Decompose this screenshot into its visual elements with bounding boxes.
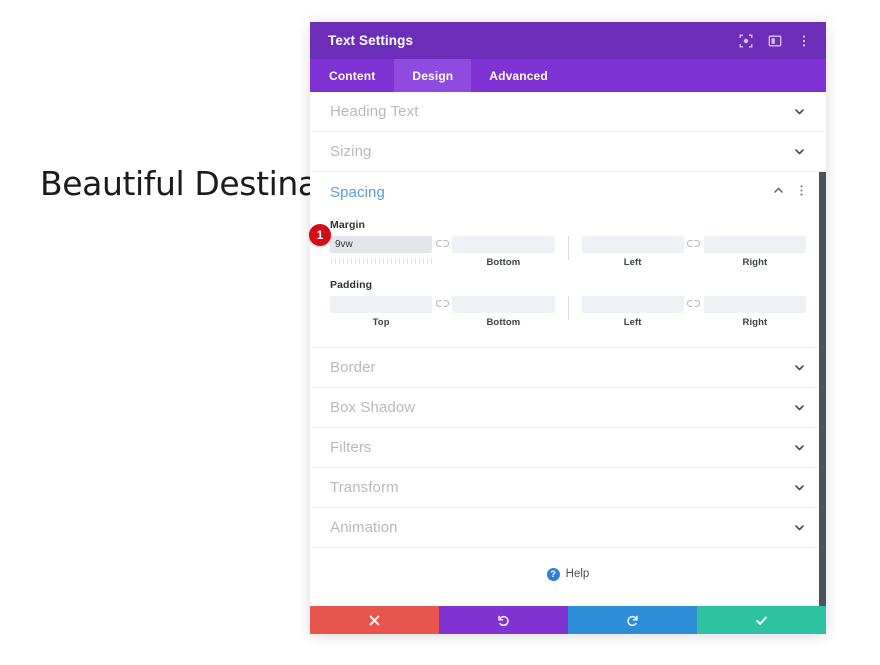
- margin-divider: [567, 236, 569, 260]
- fullscreen-icon[interactable]: [738, 33, 754, 49]
- padding-bottom-input[interactable]: [452, 296, 555, 313]
- section-transform[interactable]: Transform: [310, 468, 826, 508]
- undo-button[interactable]: [439, 606, 568, 634]
- tab-design[interactable]: Design: [394, 59, 472, 92]
- section-box-shadow-label: Box Shadow: [330, 399, 416, 416]
- chevron-down-icon: [793, 481, 806, 494]
- padding-right-caption: Right: [742, 317, 768, 328]
- padding-inputs-row: Top Bottom Left Right: [330, 296, 806, 329]
- modal-tabs: Content Design Advanced: [310, 59, 826, 92]
- redo-icon: [626, 614, 639, 627]
- check-icon: [755, 614, 768, 627]
- padding-left-caption: Left: [623, 317, 642, 328]
- help-label: Help: [565, 568, 590, 580]
- section-animation-label: Animation: [330, 519, 398, 536]
- save-button[interactable]: [697, 606, 826, 634]
- link-padding-vertical-icon[interactable]: [432, 296, 452, 308]
- modal-title: Text Settings: [328, 33, 414, 48]
- margin-left-caption: Left: [623, 257, 642, 268]
- chevron-down-icon: [793, 105, 806, 118]
- section-spacing-actions: [772, 184, 808, 202]
- margin-left-input[interactable]: [581, 236, 684, 253]
- padding-right-input[interactable]: [703, 296, 806, 313]
- modal-body: Heading Text Sizing Spacing Margin 9vw B…: [310, 92, 826, 606]
- chevron-down-icon: [793, 441, 806, 454]
- margin-horizontal-pair: Left Right: [581, 236, 806, 269]
- tab-advanced[interactable]: Advanced: [471, 59, 566, 92]
- section-heading-text-label: Heading Text: [330, 103, 419, 120]
- padding-right-cell: Right: [703, 296, 806, 329]
- modal-scrollbar-track[interactable]: [819, 92, 826, 606]
- padding-left-cell: Left: [581, 296, 684, 329]
- section-heading-text[interactable]: Heading Text: [310, 92, 826, 132]
- padding-divider: [567, 296, 569, 320]
- callout-badge-1: 1: [309, 224, 331, 246]
- section-sizing-label: Sizing: [330, 143, 372, 160]
- margin-field-group: Margin 9vw Bottom Left Right: [310, 219, 826, 269]
- cancel-button[interactable]: [310, 606, 439, 634]
- close-icon: [369, 615, 380, 626]
- margin-left-cell: Left: [581, 236, 684, 269]
- more-vertical-icon[interactable]: [795, 184, 808, 202]
- chevron-down-icon: [793, 145, 806, 158]
- margin-bottom-cell: Bottom: [452, 236, 555, 269]
- padding-horizontal-pair: Left Right: [581, 296, 806, 329]
- modal-header: Text Settings: [310, 22, 826, 59]
- padding-top-cell: Top: [330, 296, 433, 329]
- section-spacing-header[interactable]: Spacing: [310, 172, 826, 213]
- section-border[interactable]: Border: [310, 348, 826, 388]
- padding-vertical-pair: Top Bottom: [330, 296, 555, 329]
- margin-top-input[interactable]: [330, 236, 433, 253]
- padding-left-input[interactable]: [581, 296, 684, 313]
- redo-button[interactable]: [568, 606, 697, 634]
- margin-right-input[interactable]: [703, 236, 806, 253]
- link-margin-horizontal-icon[interactable]: [684, 236, 704, 248]
- margin-right-caption: Right: [742, 257, 768, 268]
- modal-header-actions: [738, 33, 812, 49]
- tab-content[interactable]: Content: [310, 59, 394, 92]
- link-margin-vertical-icon[interactable]: [432, 236, 452, 248]
- chevron-down-icon: [793, 521, 806, 534]
- modal-scroll-content: Heading Text Sizing Spacing Margin 9vw B…: [310, 92, 826, 606]
- section-filters[interactable]: Filters: [310, 428, 826, 468]
- section-transform-label: Transform: [330, 479, 399, 496]
- question-circle-icon: ?: [546, 567, 560, 581]
- chevron-up-icon[interactable]: [772, 184, 785, 202]
- padding-bottom-caption: Bottom: [486, 317, 521, 328]
- margin-top-slider[interactable]: [331, 256, 435, 264]
- margin-bottom-caption: Bottom: [486, 257, 521, 268]
- margin-inputs-row: Bottom Left: [330, 236, 806, 269]
- modal-footer: [310, 606, 826, 634]
- margin-right-cell: Right: [703, 236, 806, 269]
- section-spacing: Spacing Margin 9vw Bottom Left Right Pad…: [310, 172, 826, 348]
- padding-bottom-cell: Bottom: [452, 296, 555, 329]
- chevron-down-icon: [793, 401, 806, 414]
- margin-top-cell: [330, 236, 435, 269]
- section-box-shadow[interactable]: Box Shadow: [310, 388, 826, 428]
- more-vertical-icon[interactable]: [796, 33, 812, 49]
- section-animation[interactable]: Animation: [310, 508, 826, 548]
- undo-icon: [497, 614, 510, 627]
- padding-field-group: Padding Top Bottom Left Right: [310, 279, 826, 329]
- layout-panel-icon[interactable]: [767, 33, 783, 49]
- chevron-down-icon: [793, 361, 806, 374]
- help-button[interactable]: ? Help: [310, 548, 826, 600]
- modal-scrollbar-thumb[interactable]: [819, 172, 826, 606]
- margin-bottom-input[interactable]: [452, 236, 555, 253]
- padding-top-caption: Top: [372, 317, 390, 328]
- padding-top-input[interactable]: [330, 296, 433, 313]
- section-border-label: Border: [330, 359, 376, 376]
- link-padding-horizontal-icon[interactable]: [684, 296, 704, 308]
- section-sizing[interactable]: Sizing: [310, 132, 826, 172]
- section-filters-label: Filters: [330, 439, 372, 456]
- section-spacing-label: Spacing: [330, 184, 385, 201]
- margin-vertical-pair: Bottom: [330, 236, 555, 269]
- text-settings-modal: Text Settings Content Design Advanced He…: [310, 22, 826, 634]
- padding-label: Padding: [330, 279, 373, 291]
- margin-label: Margin: [330, 219, 366, 231]
